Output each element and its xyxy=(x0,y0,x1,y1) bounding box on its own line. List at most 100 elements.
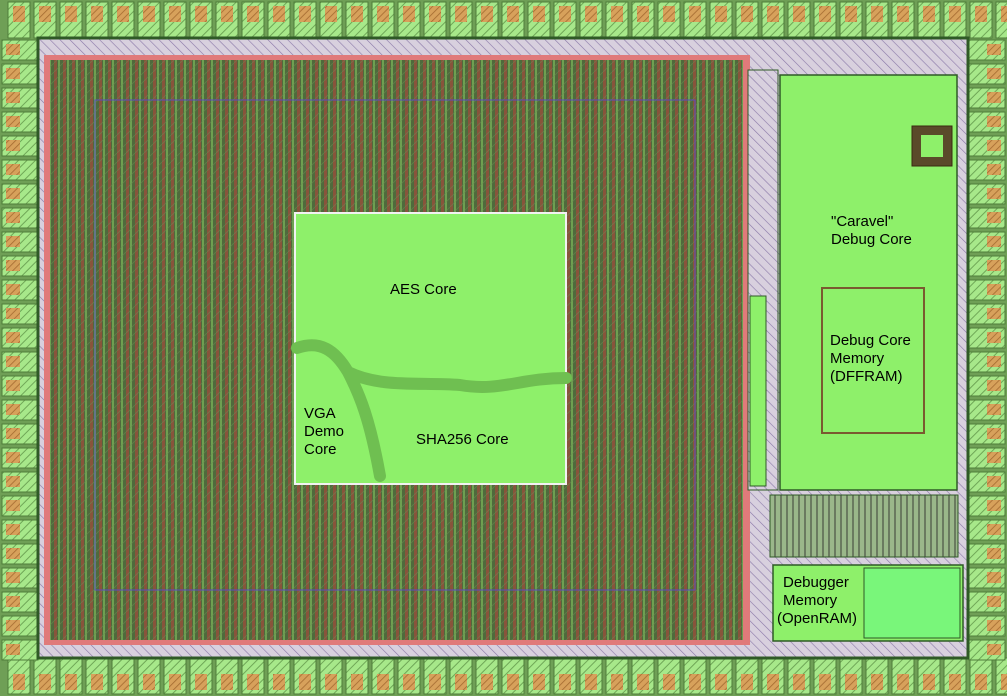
debugger-memory-label: Debugger Memory (OpenRAM) xyxy=(777,574,858,627)
pad-bottom-bond xyxy=(975,674,987,690)
pad-bottom-bond xyxy=(715,674,727,690)
pad-right-bond xyxy=(987,92,1001,103)
pad-top-bond xyxy=(481,6,493,22)
pad-bottom-bond xyxy=(403,674,415,690)
pad-bottom-bond xyxy=(949,674,961,690)
corner-marker xyxy=(918,50,934,72)
pad-top-bond xyxy=(325,6,337,22)
pad-right-bond xyxy=(987,476,1001,487)
lower-logic xyxy=(769,494,959,558)
pad-bottom-bond xyxy=(845,674,857,690)
pad-bottom-bond xyxy=(897,674,909,690)
pad-right-bond xyxy=(987,572,1001,583)
pad-top-bond xyxy=(299,6,311,22)
pad-left-bond xyxy=(6,116,20,127)
pad-top-bond xyxy=(533,6,545,22)
pad-bottom-bond xyxy=(273,674,285,690)
pad-left-bond xyxy=(6,44,20,55)
pad-left-bond xyxy=(6,92,20,103)
pad-left-bond xyxy=(6,596,20,607)
pad-top-bond xyxy=(13,6,25,22)
pad-right-bond xyxy=(987,140,1001,151)
pad-top-bond xyxy=(975,6,987,22)
pad-right-bond xyxy=(987,548,1001,559)
pad-right-bond xyxy=(987,308,1001,319)
pad-bottom-bond xyxy=(39,674,51,690)
pad-top-bond xyxy=(767,6,779,22)
pad-right-bond xyxy=(987,116,1001,127)
pad-right-bond xyxy=(987,596,1001,607)
pad-right-bond xyxy=(987,164,1001,175)
pad-bottom-bond xyxy=(195,674,207,690)
pad-bottom-bond xyxy=(611,674,623,690)
pad-bottom-bond xyxy=(663,674,675,690)
pad-left-bond xyxy=(6,404,20,415)
pad-top-bond xyxy=(403,6,415,22)
pad-top-bond xyxy=(351,6,363,22)
pad-left-bond xyxy=(6,356,20,367)
pad-top-bond xyxy=(65,6,77,22)
pad-left-bond xyxy=(6,644,20,655)
pad-right-bond xyxy=(987,380,1001,391)
pad-bottom-bond xyxy=(247,674,259,690)
pad-left-bond xyxy=(6,548,20,559)
pad-bottom-bond xyxy=(91,674,103,690)
pad-bottom-bond xyxy=(871,674,883,690)
vga-demo-core-label: VGA Demo Core xyxy=(304,405,345,458)
pad-left-bond xyxy=(6,212,20,223)
pad-right-bond xyxy=(987,188,1001,199)
pad-top-bond xyxy=(39,6,51,22)
pad-left-bond xyxy=(6,68,20,79)
pad-left-bond xyxy=(6,236,20,247)
pad-top-bond xyxy=(455,6,467,22)
pad-top-bond xyxy=(169,6,181,22)
pad-top-bond xyxy=(195,6,207,22)
pad-bottom-bond xyxy=(299,674,311,690)
pad-top-bond xyxy=(689,6,701,22)
pad-right-bond xyxy=(987,332,1001,343)
pad-left-bond xyxy=(6,380,20,391)
pad-right-bond xyxy=(987,644,1001,655)
pad-top-bond xyxy=(923,6,935,22)
pad-right-bond xyxy=(987,452,1001,463)
pad-top-bond xyxy=(117,6,129,22)
debugger-memory-array xyxy=(863,567,961,639)
pad-bottom-bond xyxy=(533,674,545,690)
pad-bottom-bond xyxy=(689,674,701,690)
pad-bottom-bond xyxy=(65,674,77,690)
pad-left-bond xyxy=(6,500,20,511)
aes-core-label: AES Core xyxy=(390,281,457,298)
pad-top-bond xyxy=(585,6,597,22)
pad-top-bond xyxy=(871,6,883,22)
pad-bottom-bond xyxy=(559,674,571,690)
pad-top-bond xyxy=(143,6,155,22)
pad-top-bond xyxy=(559,6,571,22)
sha256-core-label: SHA256 Core xyxy=(416,431,509,448)
pad-left-bond xyxy=(6,476,20,487)
pad-top-bond xyxy=(897,6,909,22)
pad-top-bond xyxy=(377,6,389,22)
pad-top-bond xyxy=(819,6,831,22)
pad-top-bond xyxy=(611,6,623,22)
pad-top-bond xyxy=(741,6,753,22)
pad-top-bond xyxy=(845,6,857,22)
pad-right-bond xyxy=(987,356,1001,367)
pad-top-bond xyxy=(91,6,103,22)
caravel-debug-core-label: "Caravel" Debug Core xyxy=(831,213,912,248)
pad-left-bond xyxy=(6,188,20,199)
pad-right-bond xyxy=(987,428,1001,439)
bond-square-inner xyxy=(921,135,943,157)
pad-bottom-bond xyxy=(429,674,441,690)
pad-bottom-bond xyxy=(455,674,467,690)
pad-bottom-bond xyxy=(741,674,753,690)
pad-bottom-bond xyxy=(793,674,805,690)
pad-bottom-bond xyxy=(1001,674,1007,690)
pad-bottom-bond xyxy=(819,674,831,690)
pad-bottom-bond xyxy=(481,674,493,690)
pad-left-bond xyxy=(6,332,20,343)
pad-top-bond xyxy=(637,6,649,22)
pad-left-bond xyxy=(6,140,20,151)
pad-bottom-bond xyxy=(325,674,337,690)
pad-right-bond xyxy=(987,236,1001,247)
pad-top-bond xyxy=(949,6,961,22)
